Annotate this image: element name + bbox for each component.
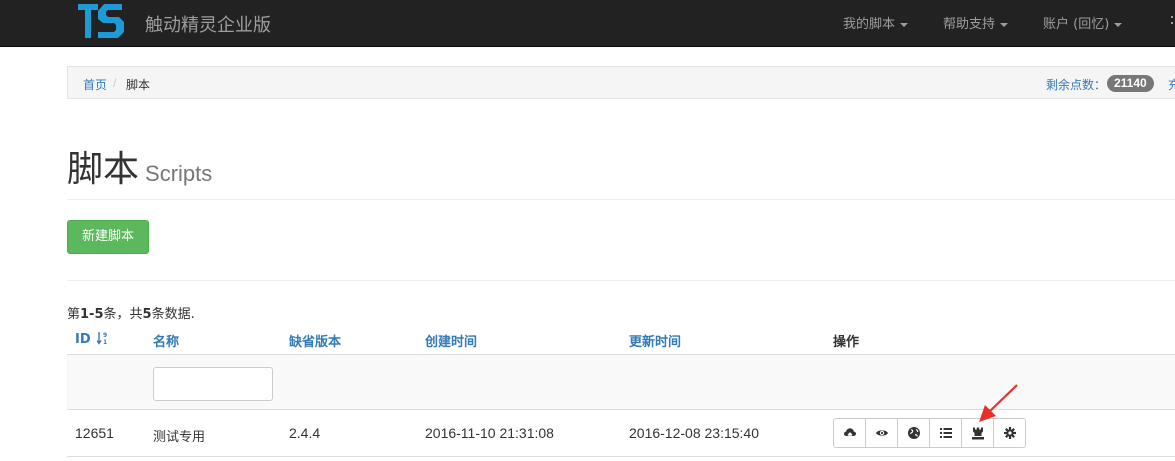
nav-help-support-label: 帮助支持 bbox=[943, 17, 996, 32]
sort-numeric-desc-icon: 91 bbox=[96, 332, 107, 345]
breadcrumb-separator: / bbox=[113, 76, 117, 90]
header-divider bbox=[67, 199, 1175, 200]
tower-icon bbox=[971, 427, 984, 440]
column-header-actions: 操作 bbox=[833, 335, 860, 350]
table-row-border bbox=[67, 456, 1175, 457]
summary-middle: 条，共 bbox=[103, 307, 143, 322]
nav-account-label: 账户 (回忆) bbox=[1043, 17, 1110, 32]
cog-icon bbox=[1003, 427, 1016, 439]
remaining-points-badge: 21140 bbox=[1107, 75, 1154, 92]
cell-updated: 2016-12-08 23:15:40 bbox=[629, 425, 759, 441]
preview-button[interactable] bbox=[865, 418, 898, 448]
nav-help-support[interactable]: 帮助支持 bbox=[943, 13, 1009, 32]
version-list-button[interactable] bbox=[929, 418, 962, 448]
list-icon bbox=[939, 428, 952, 438]
upload-button[interactable] bbox=[833, 418, 866, 448]
ts-logo-icon[interactable] bbox=[78, 2, 126, 40]
nav-my-scripts-label: 我的脚本 bbox=[843, 17, 896, 32]
summary-total: 5 bbox=[142, 307, 152, 322]
cell-id: 12651 bbox=[75, 425, 114, 441]
summary-suffix: 条数据. bbox=[151, 307, 195, 322]
page-subtitle: Scripts bbox=[145, 161, 213, 186]
nav-account[interactable]: 账户 (回忆) bbox=[1043, 13, 1123, 32]
column-header-name[interactable]: 名称 bbox=[153, 331, 179, 350]
annotation-arrow-icon bbox=[979, 384, 1018, 422]
recharge-link[interactable]: 充 bbox=[1168, 76, 1175, 93]
summary-range: 1-5 bbox=[80, 307, 104, 322]
new-script-button[interactable]: 新建脚本 bbox=[67, 220, 149, 254]
publish-button[interactable] bbox=[897, 418, 930, 448]
breadcrumb-home-link[interactable]: 首页 bbox=[83, 76, 107, 93]
column-header-id[interactable]: ID 9 1 bbox=[75, 331, 109, 347]
breadcrumb: 首页 / 脚本 剩余点数： 21140 充 bbox=[67, 66, 1175, 99]
brand-title[interactable]: 触动精灵企业版 bbox=[145, 11, 271, 37]
summary-prefix: 第 bbox=[67, 307, 81, 322]
cell-created: 2016-11-10 21:31:08 bbox=[425, 425, 554, 441]
column-header-default-version[interactable]: 缺省版本 bbox=[289, 331, 341, 350]
name-filter-input[interactable] bbox=[153, 367, 273, 401]
result-summary: 第1-5条，共5条数据. bbox=[67, 303, 195, 322]
column-header-updated[interactable]: 更新时间 bbox=[629, 331, 681, 350]
cell-default-version: 2.4.4 bbox=[289, 425, 321, 441]
column-header-id-label: ID bbox=[75, 332, 91, 347]
globe-icon bbox=[907, 427, 920, 439]
caret-down-icon bbox=[1114, 22, 1123, 27]
remaining-points-label: 剩余点数： bbox=[1046, 78, 1107, 92]
nav-overflow-icon[interactable] bbox=[1169, 13, 1175, 30]
breadcrumb-current: 脚本 bbox=[126, 78, 151, 92]
section-divider bbox=[67, 280, 1175, 281]
caret-down-icon bbox=[1000, 22, 1009, 27]
page-title: 脚本 Scripts bbox=[67, 140, 212, 192]
page-title-text: 脚本 bbox=[67, 149, 140, 190]
cell-name: 测试专用 bbox=[153, 430, 206, 445]
column-header-created[interactable]: 创建时间 bbox=[425, 331, 477, 350]
caret-down-icon bbox=[900, 22, 909, 27]
eye-icon bbox=[875, 430, 888, 436]
top-navbar: 触动精灵企业版 我的脚本 帮助支持 账户 (回忆) bbox=[0, 0, 1175, 47]
svg-text:1: 1 bbox=[103, 339, 107, 345]
nav-my-scripts[interactable]: 我的脚本 bbox=[843, 13, 909, 32]
svg-text:9: 9 bbox=[103, 332, 107, 339]
cloud-upload-icon bbox=[843, 428, 856, 439]
